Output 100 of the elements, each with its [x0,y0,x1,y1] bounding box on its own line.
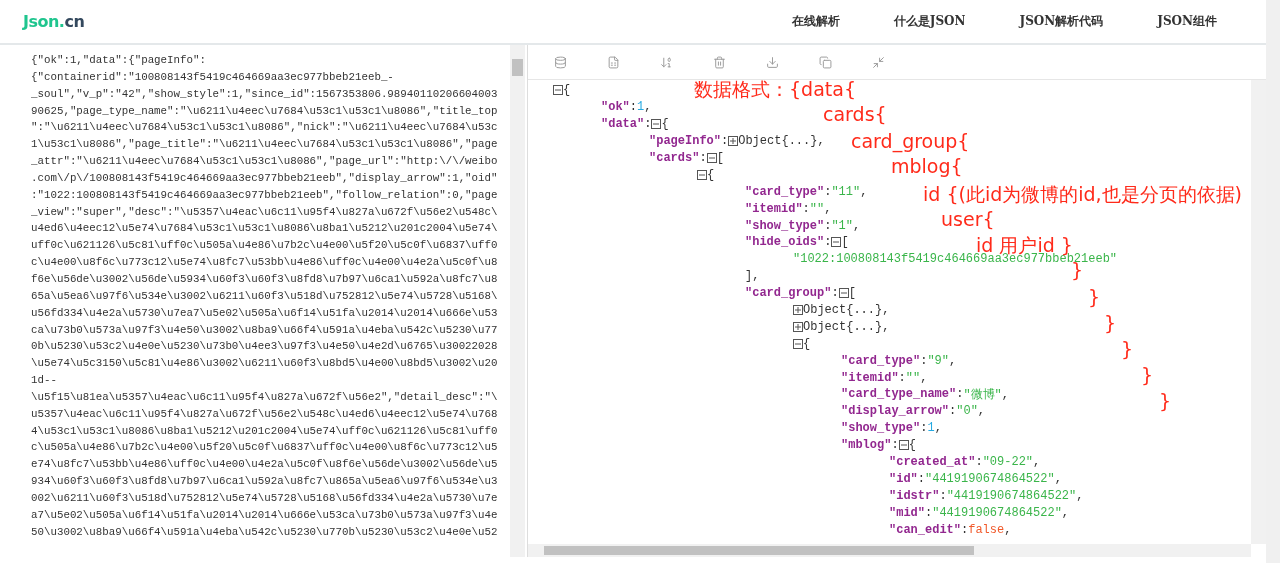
json-value: "1", [831,218,861,233]
annotation-text: } [1104,312,1117,334]
annotation-text: user{ [941,208,995,230]
bracket: { [661,117,669,132]
json-value: "4419190674864522", [932,505,1070,520]
bracket: { [908,438,916,453]
json-key: "hide_oids": [745,235,832,250]
json-key: "card_type_name": [841,387,964,402]
json-text-line: :"1022:100808143f5419c464669aa3ec977bbeb21eeb","follow_relation":0,"page [31,187,499,203]
json-key: "idstr": [889,488,947,503]
json-text-line: f6e\u56de\u3002\u56de\u5934\u60f3\u60f3\u8fd8\u7b97\u6ca1\u592a\u8fc7\u8 [31,271,499,287]
json-value: "4419190674864522", [925,471,1062,486]
scrollbar[interactable] [1251,80,1266,544]
json-key: "mblog": [841,438,899,453]
json-text-line: c\u505a\u4e86\u7b2c\u4e00\u5f20\u5c0f\u6837\uff0c\u4e00\u8f6c\u773c12\u5 [31,440,499,456]
bracket: [ [716,151,724,165]
json-value: Object{...}, [738,134,825,149]
json-key: "show_type": [745,218,832,233]
collapse-icon[interactable] [831,237,842,248]
collapse-icon[interactable] [697,169,707,180]
scrollbar[interactable] [528,544,1251,557]
json-value: "", [905,370,928,385]
sort-icon[interactable] [660,55,673,69]
spreadsheet-icon[interactable] [607,55,620,69]
copy-icon[interactable] [819,55,832,69]
json-value: 1, [637,100,652,115]
json-value: "11", [831,184,868,199]
json-key: "created_at": [889,455,983,470]
delete-icon[interactable] [713,55,726,69]
collapse-icon[interactable] [793,338,803,349]
json-text-line: 934\u60f3\u60f3\u8fd8\u7b97\u6ca1\u592a\u8fc7\u865a\u5ea6\u97f6\u534e\u3 [31,474,499,490]
scrollbar[interactable] [510,45,525,557]
expand-icon[interactable] [793,321,803,332]
json-key: "card_type": [745,184,832,199]
json-key: "ok": [601,100,637,115]
collapse-icon[interactable] [651,119,662,130]
nav-link[interactable]: 在线解析 [764,13,867,30]
bracket: ], [745,269,760,284]
bracket: { [707,167,715,182]
json-text-line: u56fd334\u4e2a\u5730\u7ea7\u5e02\u505a\u6f14\u51fa\u2014\u2014\u666e\u53 [31,305,499,321]
json-text-line: c\u4e00\u8f6c\u773c12\u5e74\u8fc7\u53bb\u4e86\uff0c\u4e00\u4e2a\u5c0f\u8 [31,255,499,271]
collapse-icon[interactable] [838,288,849,299]
json-text-line: 90625,"page_type_name":"\u6211\u4eec\u7684\u53c1\u53c1\u8086","title_top [31,103,499,119]
json-value: "09-22", [982,455,1041,470]
json-text-line: 50\u3002\u8ba9\u66f4\u591a\u4eba\u542c\u5230\u770b\u5230\u53c2\u4e0e\u52 [31,524,499,540]
json-text-line: {"containerid":"100808143f5419c464669aa3ec977bbeb21eeb_- [31,69,395,85]
annotation-text: } [1141,364,1154,386]
nav-link[interactable]: JSON解析代码 [992,13,1131,30]
json-value: Object{...}, [803,319,890,334]
json-text-line: uff0c\u621126\u5c81\uff0c\u505a\u4e86\u7b2c\u4e00\u5f20\u5c0f\u6837\uff0 [31,238,499,254]
json-key: "itemid": [745,201,810,216]
json-key: "pageInfo": [649,134,729,149]
scrollbar-thumb[interactable] [512,59,523,76]
json-text-line: 1\u53c1\u8086","page_title":"\u6211\u4eec\u7684\u53c1\u53c1\u8086","page [31,137,499,153]
json-text-line: e74\u8fc7\u53bb\u4e86\uff0c\u4e00\u4e2a\u5c0f\u8f6e\u56de\u3002\u56de\u5 [31,457,499,473]
json-key: "display_arrow": [841,404,957,419]
json-value: 1, [927,421,942,436]
json-value: "4419190674864522", [946,488,1084,503]
logo[interactable]: Json.cn [23,12,85,31]
json-value: "0", [956,404,986,419]
nav-link[interactable]: JSON组件 [1130,13,1244,30]
json-key: "id": [889,471,925,486]
json-text-line: ":"\u6211\u4eec\u7684\u53c1\u53c1\u8086","nick":"\u6211\u4eec\u7684\u53c [31,120,499,136]
json-value: "", [809,201,832,216]
bracket: [ [841,235,849,250]
json-key: "card_group": [745,286,839,301]
bracket: { [563,83,571,98]
json-text-line: 65a\u5ea6\u97f6\u534e\u3002\u6211\u60f3\u518d\u752812\u5e74\u5728\u5168\ [31,288,499,304]
json-key: "data": [601,117,652,132]
json-text-line: 0b\u5230\u53c2\u4e0e\u5230\u73b0\u4ee3\u97f3\u4e50\u4e2d\u6765\u30022028 [31,339,499,355]
scrollbar-thumb[interactable] [544,546,974,555]
scrollbar[interactable] [1266,0,1280,563]
collapse-icon[interactable] [898,440,909,451]
bracket: { [803,336,811,351]
json-text-line: 4\u53c1\u53c1\u8086\u8ba1\u5212\u201c2004\u5e74\uff0c\u621126\u5c81\uff0 [31,423,499,439]
annotation-text: id {(此id为微博的id,也是分页的依据) [923,182,1242,207]
expand-icon[interactable] [728,136,739,147]
nav-link[interactable]: 什么是JSON [866,13,993,30]
json-key: "can_edit": [889,522,969,537]
download-icon[interactable] [766,55,779,69]
collapse-arrows-icon[interactable] [872,55,885,69]
collapse-icon[interactable] [706,153,717,163]
bracket: [ [848,286,856,301]
json-value: "微博", [963,387,1010,403]
json-key: "cards": [649,151,707,165]
json-text-line: _attr":"\u6211\u4eec\u7684\u53c1\u53c1\u8086","page_url":"http:\/\/weibo [31,154,499,170]
collapse-icon[interactable] [553,85,563,96]
json-text-line: 1d-- [31,373,58,389]
expand-icon[interactable] [793,305,803,315]
json-text-line: \u5e74\u5c3150\u5c81\u4e86\u3002\u6211\u60f3\u8bd5\u4e00\u8bd5\u3002\u20 [31,356,499,372]
json-key: "show_type": [841,421,928,436]
json-text-line: .com\/p\/100808143f5419c464669aa3ec977bbeb21eeb","display_arrow":1,"oid" [31,170,499,186]
json-value: "9", [927,353,957,368]
annotation-text: } [1159,390,1172,412]
json-text-line: a7\u5e02\u505a\u6f14\u51fa\u2014\u2014\u666e\u53ca\u73b0\u573a\u97f3\u4e [31,507,499,523]
database-icon[interactable] [554,55,567,69]
json-text-line: _view":"super","desc":"\u5357\u4eac\u6c11\u95f4\u827a\u672f\u56e2\u548c\ [31,204,499,220]
annotation-text: } [1121,338,1134,360]
json-text-line: {"ok":1,"data":{"pageInfo": [31,53,207,68]
json-text-line: 002\u6211\u60f3\u518d\u752812\u5e74\u5728\u5168\u56fd334\u4e2a\u5730\u7e [31,490,499,506]
